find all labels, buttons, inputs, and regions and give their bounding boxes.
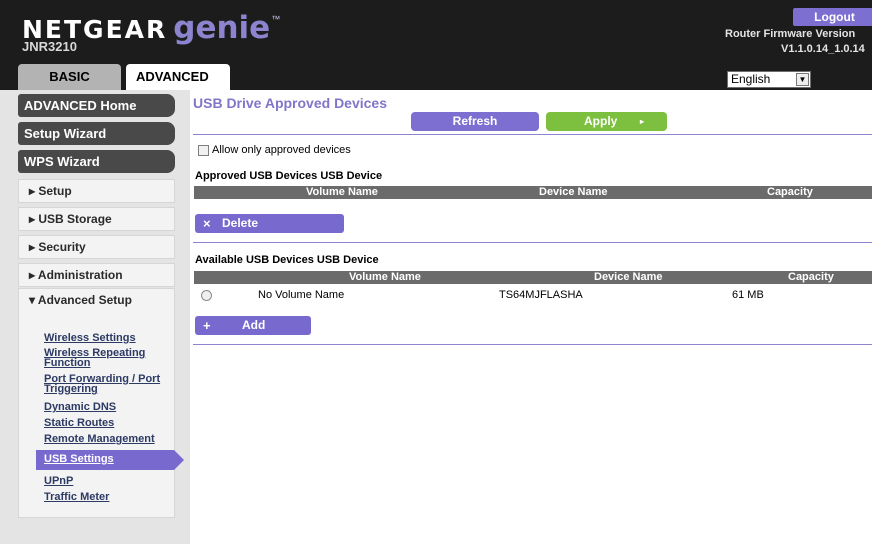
available-devices-title: Available USB Devices USB Device — [195, 254, 379, 266]
refresh-button[interactable]: Refresh — [411, 112, 539, 131]
apply-label: Apply — [584, 114, 618, 128]
header-bar: NETGEAR genie™ JNR3210 Logout Router Firm… — [0, 0, 872, 91]
divider — [193, 242, 872, 243]
sidebar-link-dynamic-dns[interactable]: Dynamic DNS — [44, 402, 169, 413]
sidebar-link-wireless-repeating[interactable]: Wireless Repeating Function — [44, 348, 169, 369]
tab-basic[interactable]: BASIC — [18, 64, 121, 91]
sidebar-link-upnp[interactable]: UPnP — [44, 476, 169, 487]
sidebar-link-wireless-settings[interactable]: Wireless Settings — [44, 333, 169, 344]
sidebar-section-security[interactable]: ▸ Security — [18, 235, 175, 259]
logout-button[interactable]: Logout — [793, 8, 872, 26]
col-capacity: Capacity — [767, 186, 813, 198]
router-model: JNR3210 — [22, 39, 77, 54]
dropdown-arrow-icon[interactable]: ▼ — [796, 73, 809, 86]
usb-settings-label: USB Settings — [44, 453, 114, 465]
divider — [193, 134, 872, 135]
sidebar-link-traffic-meter[interactable]: Traffic Meter — [44, 492, 169, 503]
apply-arrow-icon: ▸ — [640, 117, 645, 126]
page-title: USB Drive Approved Devices — [193, 95, 387, 111]
device-name-cell: TS64MJFLASHA — [499, 289, 583, 301]
col-device-name: Device Name — [539, 186, 608, 198]
tab-advanced[interactable]: ADVANCED — [126, 64, 230, 91]
col-device-name: Device Name — [594, 271, 663, 283]
advanced-setup-toggle[interactable]: ▾ Advanced Setup — [29, 293, 132, 307]
device-select-radio[interactable] — [201, 290, 212, 301]
sidebar-item-wps-wizard[interactable]: WPS Wizard — [18, 150, 175, 173]
table-row: No Volume Name TS64MJFLASHA 61 MB — [194, 287, 872, 303]
trademark-mark: ™ — [271, 14, 281, 24]
add-label: Add — [242, 318, 266, 332]
firmware-version: V1.1.0.14_1.0.14 — [781, 43, 865, 55]
apply-button[interactable]: Apply ▸ — [546, 112, 667, 131]
language-value: English — [731, 72, 771, 86]
col-capacity: Capacity — [788, 271, 834, 283]
sidebar-section-usb-storage[interactable]: ▸ USB Storage — [18, 207, 175, 231]
delete-button[interactable]: × Delete — [195, 214, 344, 233]
sidebar-link-port-forwarding[interactable]: Port Forwarding / Port Triggering — [44, 374, 169, 395]
sidebar-item-advanced-home[interactable]: ADVANCED Home — [18, 94, 175, 117]
approved-table-header: Volume Name Device Name Capacity — [194, 186, 872, 199]
available-table-header: Volume Name Device Name Capacity — [194, 271, 872, 284]
col-volume-name: Volume Name — [306, 186, 378, 198]
allow-approved-label: Allow only approved devices — [212, 144, 351, 156]
language-select[interactable]: English ▼ — [727, 71, 811, 88]
product-name: genie — [173, 10, 271, 46]
sidebar-link-static-routes[interactable]: Static Routes — [44, 418, 169, 429]
sidebar-link-usb-settings[interactable]: USB Settings — [36, 450, 184, 470]
sidebar-section-administration[interactable]: ▸ Administration — [18, 263, 175, 287]
sidebar-link-remote-management[interactable]: Remote Management — [44, 434, 169, 445]
delete-icon: × — [203, 216, 211, 231]
add-icon: + — [203, 318, 211, 333]
col-volume-name: Volume Name — [349, 271, 421, 283]
sidebar-section-setup[interactable]: ▸ Setup — [18, 179, 175, 203]
approved-devices-title: Approved USB Devices USB Device — [195, 170, 383, 182]
capacity-cell: 61 MB — [732, 289, 764, 301]
add-button[interactable]: + Add — [195, 316, 311, 335]
sidebar-item-setup-wizard[interactable]: Setup Wizard — [18, 122, 175, 145]
divider — [193, 344, 872, 345]
firmware-label: Router Firmware Version — [725, 28, 856, 40]
volume-name-cell: No Volume Name — [258, 289, 345, 301]
delete-label: Delete — [222, 216, 259, 230]
allow-approved-checkbox[interactable] — [198, 144, 209, 156]
allow-approved-row: Allow only approved devices — [198, 144, 351, 156]
